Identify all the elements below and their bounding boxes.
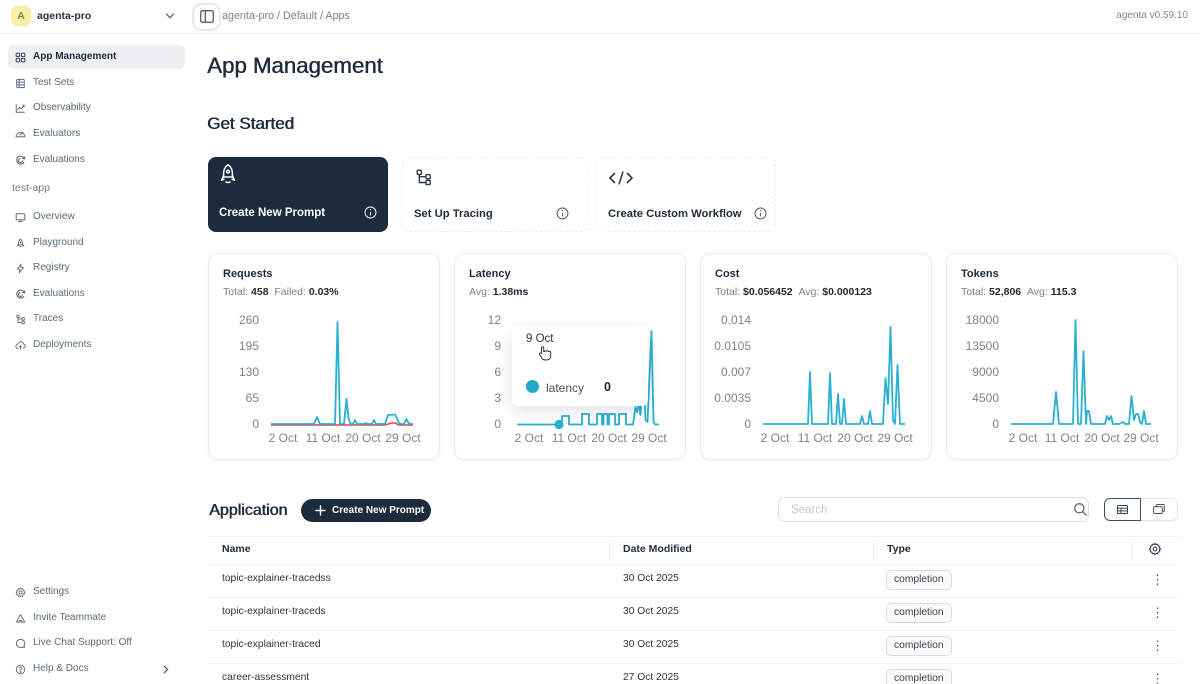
svg-text:2 Oct: 2 Oct — [515, 431, 544, 445]
svg-text:6: 6 — [494, 365, 501, 379]
svg-text:0: 0 — [992, 417, 999, 431]
svg-text:11 Oct: 11 Oct — [552, 431, 587, 445]
svg-text:4500: 4500 — [972, 391, 999, 405]
svg-text:9: 9 — [494, 339, 501, 353]
svg-text:20 Oct: 20 Oct — [345, 431, 381, 445]
svg-text:29 Oct: 29 Oct — [631, 431, 667, 445]
svg-text:195: 195 — [239, 339, 259, 353]
svg-text:29 Oct: 29 Oct — [877, 431, 913, 445]
svg-text:13500: 13500 — [966, 339, 1000, 353]
svg-text:2 Oct: 2 Oct — [761, 431, 790, 445]
svg-text:260: 260 — [239, 313, 259, 327]
svg-text:65: 65 — [246, 391, 260, 405]
svg-text:2 Oct: 2 Oct — [1009, 431, 1038, 445]
svg-text:29 Oct: 29 Oct — [1123, 431, 1159, 445]
svg-text:11 Oct: 11 Oct — [798, 431, 833, 445]
svg-text:12: 12 — [488, 313, 502, 327]
svg-text:0.007: 0.007 — [721, 365, 751, 379]
svg-text:11 Oct: 11 Oct — [306, 431, 341, 445]
svg-text:29 Oct: 29 Oct — [385, 431, 421, 445]
svg-text:18000: 18000 — [966, 313, 1000, 327]
svg-text:11 Oct: 11 Oct — [1045, 431, 1080, 445]
svg-text:2 Oct: 2 Oct — [269, 431, 298, 445]
svg-text:20 Oct: 20 Oct — [837, 431, 873, 445]
svg-text:9000: 9000 — [972, 365, 999, 379]
svg-text:130: 130 — [239, 365, 259, 379]
svg-text:20 Oct: 20 Oct — [591, 431, 627, 445]
svg-text:0.0105: 0.0105 — [714, 339, 751, 353]
svg-text:3: 3 — [494, 391, 501, 405]
svg-text:0: 0 — [494, 417, 501, 431]
svg-text:0: 0 — [252, 417, 259, 431]
svg-text:20 Oct: 20 Oct — [1084, 431, 1120, 445]
svg-text:0.014: 0.014 — [721, 313, 751, 327]
svg-text:0: 0 — [744, 417, 751, 431]
svg-text:0.0035: 0.0035 — [714, 391, 751, 405]
